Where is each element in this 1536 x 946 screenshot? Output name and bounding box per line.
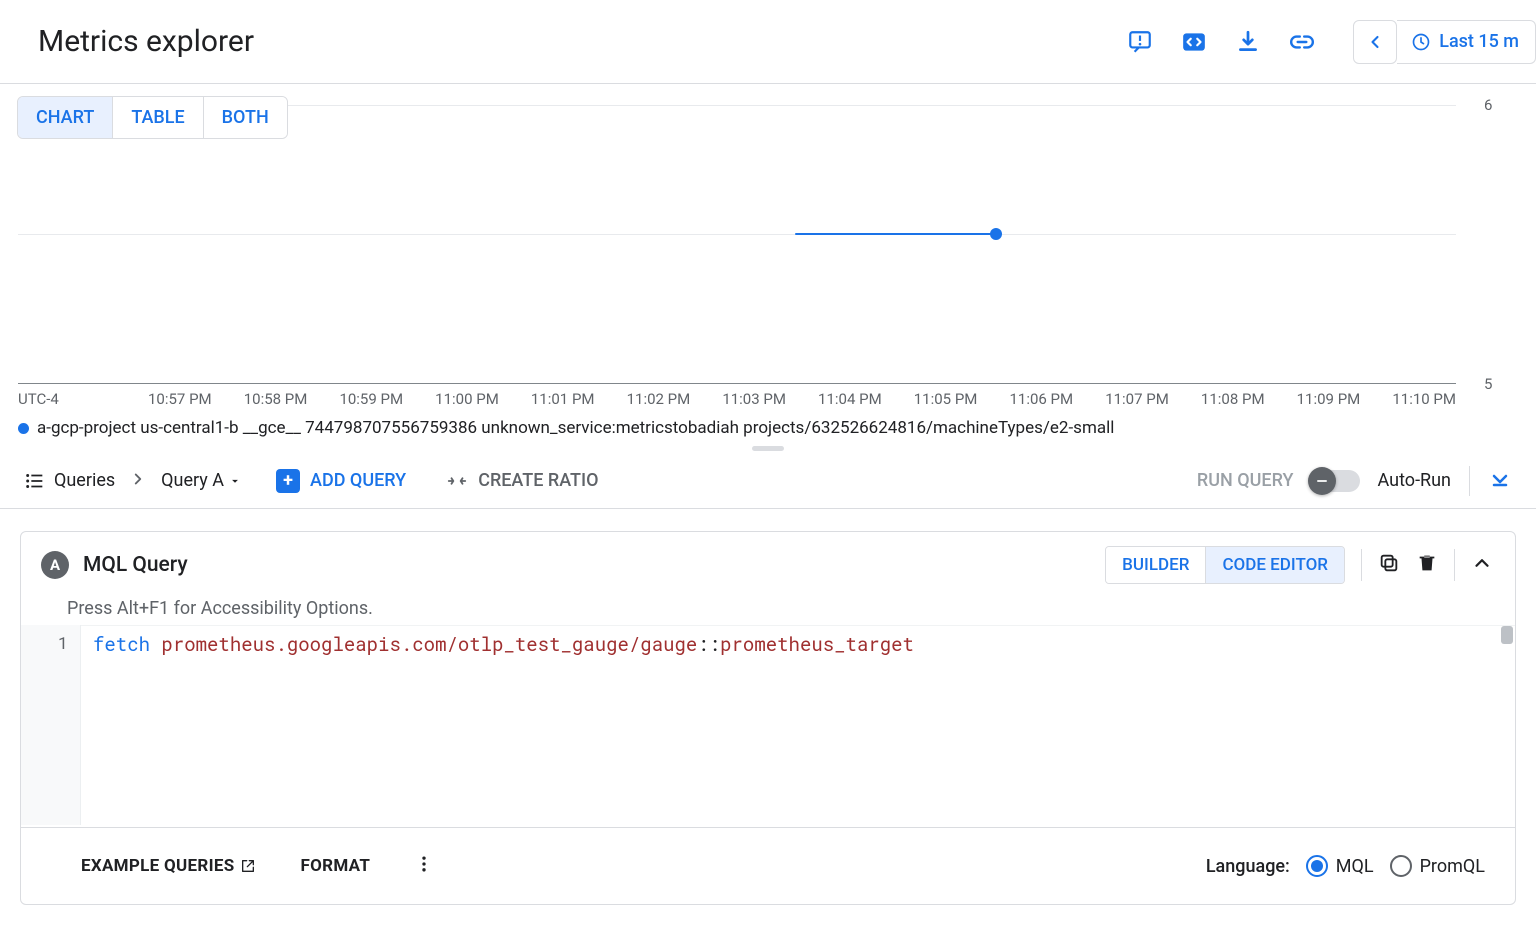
x-tick: 11:09 PM [1297, 390, 1361, 408]
create-ratio-label: CREATE RATIO [478, 470, 598, 491]
x-tick: 11:01 PM [531, 390, 595, 408]
x-tick: 11:00 PM [435, 390, 499, 408]
top-actions: Last 15 m [1127, 20, 1536, 64]
footer-right: Language: MQL PromQL [1206, 855, 1485, 877]
toggle-knob [1308, 467, 1336, 495]
code-keyword: fetch [93, 632, 150, 657]
more-icon[interactable] [414, 854, 434, 878]
y-tick: 6 [1484, 96, 1492, 114]
code-icon[interactable] [1181, 29, 1207, 55]
editor-header-actions: BUILDER CODE EDITOR [1105, 546, 1493, 584]
radio-icon [1306, 855, 1328, 877]
code-resource: prometheus.googleapis.com/otlp_test_gaug… [161, 632, 697, 657]
footer-left: EXAMPLE QUERIES FORMAT [81, 854, 434, 878]
x-axis: UTC-4 10:57 PM 10:58 PM 10:59 PM 11:00 P… [18, 384, 1456, 414]
divider [1469, 466, 1470, 496]
view-tabs: CHART TABLE BOTH [17, 96, 288, 139]
time-range-group: Last 15 m [1353, 20, 1536, 64]
radio-label: PromQL [1420, 856, 1485, 877]
delete-icon[interactable] [1416, 552, 1438, 578]
copy-icon[interactable] [1378, 552, 1400, 578]
x-tick: 11:06 PM [1009, 390, 1073, 408]
query-editor-card: A MQL Query BUILDER CODE EDITOR [20, 531, 1516, 905]
editor-footer: EXAMPLE QUERIES FORMAT Language: MQL Pro… [21, 827, 1515, 904]
code-editor-mode-button[interactable]: CODE EDITOR [1205, 547, 1344, 583]
code-line: fetch prometheus.googleapis.com/otlp_tes… [81, 626, 1515, 657]
chevron-right-icon [129, 470, 147, 492]
auto-run-toggle[interactable] [1312, 470, 1360, 492]
legend-series-name: a-gcp-project us-central1-b __gce__ 7447… [37, 418, 1114, 438]
x-tick: 10:57 PM [148, 390, 212, 408]
radio-label: MQL [1336, 856, 1374, 877]
query-toolbar-left: Queries Query A + ADD QUERY CREATE RATIO [24, 469, 599, 493]
x-ticks: 10:57 PM 10:58 PM 10:59 PM 11:00 PM 11:0… [18, 390, 1456, 408]
divider [1361, 549, 1362, 581]
create-ratio-button[interactable]: CREATE RATIO [446, 470, 598, 492]
x-tick: 11:05 PM [914, 390, 978, 408]
time-range-selector[interactable]: Last 15 m [1397, 20, 1536, 64]
link-icon[interactable] [1289, 29, 1315, 55]
panel-resize-handle[interactable] [0, 438, 1536, 453]
download-icon[interactable] [1235, 29, 1261, 55]
tab-both[interactable]: BOTH [203, 97, 287, 138]
minimap-scroll-indicator[interactable] [1501, 626, 1513, 644]
x-tick: 10:58 PM [244, 390, 308, 408]
format-button[interactable]: FORMAT [300, 856, 370, 876]
builder-mode-button[interactable]: BUILDER [1106, 547, 1205, 583]
plus-icon: + [276, 469, 300, 493]
editor-mode-segment: BUILDER CODE EDITOR [1105, 546, 1345, 584]
time-range-prev-button[interactable] [1353, 20, 1397, 64]
feedback-icon[interactable] [1127, 29, 1153, 55]
code-editor[interactable]: 1 fetch prometheus.googleapis.com/otlp_t… [21, 625, 1515, 825]
page-title: Metrics explorer [38, 24, 254, 59]
collapse-panel-button[interactable] [1488, 467, 1512, 495]
tab-chart[interactable]: CHART [18, 97, 112, 138]
editor-title: MQL Query [83, 553, 188, 577]
query-badge: A [41, 551, 69, 579]
chart-legend[interactable]: a-gcp-project us-central1-b __gce__ 7447… [0, 414, 1536, 438]
collapse-card-button[interactable] [1471, 552, 1493, 578]
example-queries-button[interactable]: EXAMPLE QUERIES [81, 856, 256, 876]
x-tick: 11:04 PM [818, 390, 882, 408]
run-query-button[interactable]: RUN QUERY [1197, 470, 1294, 491]
radio-icon [1390, 855, 1412, 877]
query-toolbar-right: RUN QUERY Auto-Run [1197, 466, 1512, 496]
series-line [795, 233, 996, 235]
code-operator: :: [697, 632, 720, 657]
auto-run-label: Auto-Run [1378, 470, 1451, 491]
x-tick: 10:59 PM [339, 390, 403, 408]
y-tick: 5 [1484, 375, 1492, 393]
series-point [990, 228, 1002, 240]
divider [1454, 549, 1455, 581]
example-queries-label: EXAMPLE QUERIES [81, 856, 234, 876]
x-tick: 11:02 PM [627, 390, 691, 408]
queries-label: Queries [54, 470, 115, 491]
x-tick: 11:03 PM [722, 390, 786, 408]
gridline [18, 234, 1456, 235]
language-label: Language: [1206, 856, 1290, 877]
x-tick: 11:07 PM [1105, 390, 1169, 408]
line-number: 1 [21, 625, 81, 825]
editor-area: A MQL Query BUILDER CODE EDITOR [0, 509, 1536, 905]
tab-table[interactable]: TABLE [112, 97, 202, 138]
legend-color-dot [18, 423, 29, 434]
query-selector[interactable]: Query A [161, 470, 242, 491]
queries-list-button[interactable]: Queries [24, 470, 115, 492]
accessibility-hint: Press Alt+F1 for Accessibility Options. [21, 598, 1515, 625]
x-tick: 11:08 PM [1201, 390, 1265, 408]
query-selector-label: Query A [161, 470, 224, 491]
query-toolbar: Queries Query A + ADD QUERY CREATE RATIO… [0, 453, 1536, 509]
editor-header: A MQL Query BUILDER CODE EDITOR [21, 532, 1515, 598]
add-query-button[interactable]: + ADD QUERY [276, 469, 406, 493]
time-range-label: Last 15 m [1439, 31, 1519, 52]
add-query-label: ADD QUERY [310, 470, 406, 491]
topbar: Metrics explorer Last 15 m [0, 0, 1536, 84]
x-tick: 11:10 PM [1392, 390, 1456, 408]
language-radio-mql[interactable]: MQL [1306, 855, 1374, 877]
code-body[interactable]: fetch prometheus.googleapis.com/otlp_tes… [81, 625, 1515, 825]
code-tail: prometheus_target [720, 632, 914, 657]
language-radio-promql[interactable]: PromQL [1390, 855, 1485, 877]
